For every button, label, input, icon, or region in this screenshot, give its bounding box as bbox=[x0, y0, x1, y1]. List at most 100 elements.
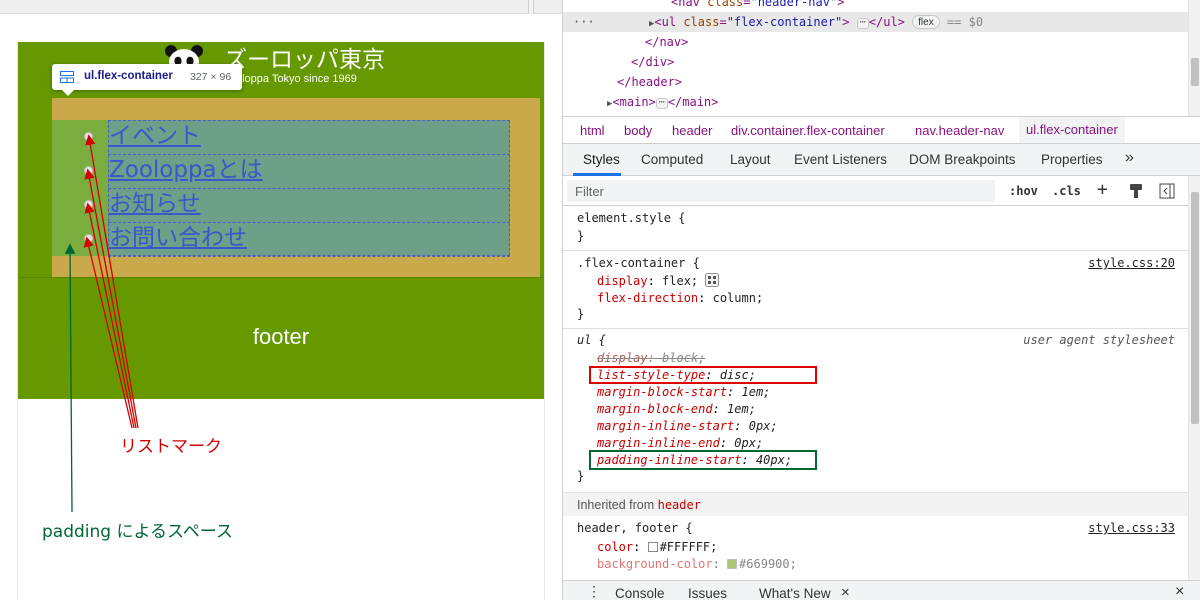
tab-computed[interactable]: Computed bbox=[641, 152, 703, 167]
css-declaration[interactable]: display: flex; bbox=[597, 273, 720, 290]
dom-tree-scrollbar[interactable] bbox=[1188, 0, 1200, 116]
styles-panel-tabs: Styles Computed Layout Event Listeners D… bbox=[563, 144, 1200, 176]
color-swatch[interactable] bbox=[727, 559, 738, 569]
css-declaration-overridden[interactable]: display: block; bbox=[597, 350, 705, 367]
breadcrumb-nav[interactable]: nav.header-nav bbox=[915, 123, 1004, 138]
breadcrumb-html[interactable]: html bbox=[580, 123, 605, 138]
hov-toggle[interactable]: :hov bbox=[1009, 184, 1038, 198]
breadcrumb-ul-active[interactable]: ul.flex-container bbox=[1019, 117, 1125, 143]
toggle-sidebar-icon[interactable] bbox=[1159, 183, 1175, 199]
css-declaration[interactable]: margin-inline-start: 0px; bbox=[597, 418, 778, 435]
nav-link-event[interactable]: イベント bbox=[109, 121, 201, 151]
ul-padding-highlight bbox=[52, 120, 108, 256]
collapsed-ellipsis[interactable]: ⋯ bbox=[655, 98, 668, 109]
more-tabs-icon[interactable]: » bbox=[1125, 149, 1134, 167]
close-drawer-icon[interactable]: × bbox=[1175, 583, 1184, 600]
drawer-tab-console[interactable]: Console bbox=[615, 586, 665, 600]
styles-rules: element.style { } .flex-container { styl… bbox=[563, 206, 1189, 580]
collapsed-ellipsis[interactable]: ⋯ bbox=[856, 18, 869, 29]
nav-item-about: Zooloppaとは bbox=[108, 155, 510, 189]
drawer-tab-whats-new[interactable]: What's New bbox=[759, 586, 831, 600]
rule-separator bbox=[563, 250, 1189, 251]
nav-item-contact: お問い合わせ bbox=[108, 223, 510, 257]
preview-top-strip bbox=[0, 0, 562, 14]
nav-link-contact[interactable]: お問い合わせ bbox=[109, 223, 247, 253]
tab-dom-breakpoints[interactable]: DOM Breakpoints bbox=[909, 152, 1016, 167]
source-link[interactable]: style.css:33 bbox=[1088, 520, 1175, 537]
list-bullet bbox=[84, 166, 93, 175]
breadcrumb-header[interactable]: header bbox=[672, 123, 712, 138]
row-menu-icon[interactable]: ··· bbox=[573, 12, 595, 32]
inherited-label: Inherited from header bbox=[577, 498, 701, 512]
dom-node-nav-close[interactable]: </nav> bbox=[645, 32, 688, 52]
tab-layout[interactable]: Layout bbox=[730, 152, 771, 167]
tab-event-listeners[interactable]: Event Listeners bbox=[794, 152, 887, 167]
source-user-agent: user agent stylesheet bbox=[1023, 333, 1175, 347]
dom-node-nav[interactable]: <nav class="header-nav"> bbox=[671, 0, 844, 12]
padding-highlight-box bbox=[589, 450, 817, 470]
flex-container-icon bbox=[60, 71, 74, 83]
breadcrumb-body[interactable]: body bbox=[624, 123, 652, 138]
list-style-highlight-box bbox=[589, 366, 817, 384]
rule-selector: header, footer { bbox=[577, 521, 693, 535]
css-declaration[interactable]: margin-block-start: 1em; bbox=[597, 384, 770, 401]
breadcrumb-div[interactable]: div.container.flex-container bbox=[731, 123, 885, 138]
dom-node-ul-selected[interactable]: ··· ▶<ul class="flex-container"> ⋯ </ul> … bbox=[563, 12, 1189, 32]
new-rule-icon[interactable]: + bbox=[1097, 179, 1108, 200]
site-title: ズーロッパ東京 bbox=[224, 47, 385, 73]
css-declaration[interactable]: margin-block-end: 1em; bbox=[597, 401, 756, 418]
dom-tree: <nav class="header-nav"> ··· ▶<ul class=… bbox=[563, 0, 1189, 116]
tab-styles[interactable]: Styles bbox=[583, 152, 620, 167]
site-footer: footer bbox=[18, 277, 544, 399]
tooltip-element-name: ul.flex-container bbox=[84, 70, 173, 82]
styles-scroll-thumb[interactable] bbox=[1191, 192, 1199, 424]
drawer-menu-icon[interactable]: ⋮ bbox=[587, 583, 601, 600]
dom-tree-scroll-thumb[interactable] bbox=[1191, 58, 1199, 86]
footer-text: footer bbox=[252, 324, 310, 349]
list-bullet bbox=[84, 234, 93, 243]
tab-properties[interactable]: Properties bbox=[1041, 152, 1103, 167]
rule-selector: ul { bbox=[577, 333, 606, 347]
nav-item-news: お知らせ bbox=[108, 189, 510, 223]
rule-separator bbox=[563, 328, 1189, 329]
css-declaration-inherited[interactable]: background-color: #669900; bbox=[597, 556, 797, 573]
drawer-tabs: ⋮ Console Issues What's New × × bbox=[563, 580, 1200, 600]
nav-item-event: イベント bbox=[108, 121, 510, 155]
nav-link-news[interactable]: お知らせ bbox=[109, 189, 201, 219]
list-bullet bbox=[84, 132, 93, 141]
rule-close: } bbox=[577, 229, 585, 243]
inspect-tooltip: ul.flex-container 327 × 96 bbox=[52, 64, 242, 96]
rule-selector: .flex-container { bbox=[577, 256, 700, 270]
site-header: ズーロッパ東京 oloppa Tokyo since 1969 イベント Zoo… bbox=[18, 42, 544, 278]
dom-node-header-close[interactable]: </header> bbox=[617, 72, 682, 92]
tooltip-element-size: 327 × 96 bbox=[190, 71, 232, 83]
drawer-tab-issues[interactable]: Issues bbox=[688, 586, 727, 600]
source-link[interactable]: style.css:20 bbox=[1088, 255, 1175, 272]
rule-close: } bbox=[577, 307, 585, 321]
flex-badge[interactable]: flex bbox=[912, 15, 940, 29]
filter-bar: :hov .cls + bbox=[563, 176, 1189, 206]
list-bullet bbox=[84, 200, 93, 209]
page-preview: ズーロッパ東京 oloppa Tokyo since 1969 イベント Zoo… bbox=[0, 0, 562, 600]
cls-toggle[interactable]: .cls bbox=[1052, 184, 1081, 198]
close-tab-icon[interactable]: × bbox=[841, 584, 850, 600]
preview-top-divider bbox=[528, 0, 534, 14]
devtools-panel: <nav class="header-nav"> ··· ▶<ul class=… bbox=[562, 0, 1200, 600]
list-mark-annotation: リストマーク bbox=[120, 437, 222, 457]
css-declaration[interactable]: color: #FFFFFF; bbox=[597, 539, 717, 556]
dom-node-main[interactable]: ▶<main> ⋯ </main> bbox=[607, 92, 718, 112]
filter-input[interactable] bbox=[567, 180, 995, 202]
rule-close: } bbox=[577, 469, 585, 483]
styles-scrollbar[interactable] bbox=[1188, 176, 1200, 580]
rule-selector: element.style { bbox=[577, 211, 686, 225]
breadcrumb: html body header div.container.flex-cont… bbox=[563, 116, 1200, 144]
inherited-from-header: Inherited from header bbox=[563, 492, 1189, 516]
paint-brush-icon[interactable] bbox=[1129, 183, 1143, 199]
css-declaration[interactable]: flex-direction: column; bbox=[597, 290, 763, 307]
dom-node-div-close[interactable]: </div> bbox=[631, 52, 674, 72]
flexbox-editor-icon[interactable] bbox=[705, 273, 720, 287]
nav-link-about[interactable]: Zooloppaとは bbox=[109, 155, 263, 185]
selected-marker: == $0 bbox=[946, 15, 984, 29]
color-swatch[interactable] bbox=[647, 542, 658, 552]
padding-space-annotation: padding によるスペース bbox=[42, 522, 233, 542]
